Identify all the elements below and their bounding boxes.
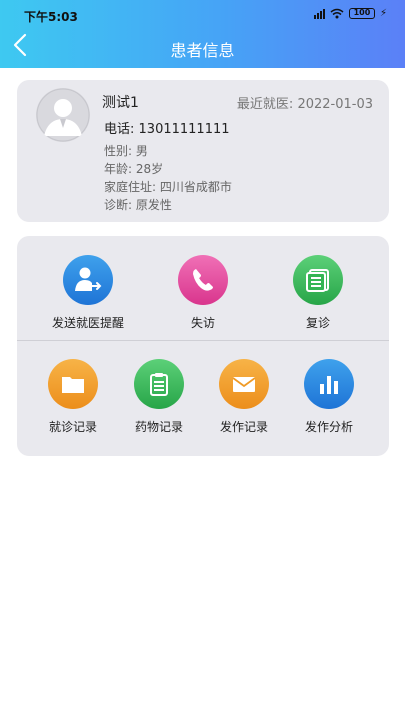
last-visit-date: 2022-01-03	[297, 97, 373, 112]
patient-diagnosis: 诊断: 原发性	[104, 198, 172, 212]
phone-label: 电话:	[104, 122, 135, 137]
signal-icon	[313, 8, 325, 19]
battery-icon: 100	[348, 8, 375, 19]
header: 下午5:03 100 ⚡ 患者信息	[0, 0, 405, 68]
document-list-icon	[293, 255, 343, 305]
seizure-analysis-button[interactable]: 发作分析	[289, 359, 369, 435]
visit-records-button[interactable]: 就诊记录	[33, 359, 113, 435]
battery-level: 100	[353, 8, 371, 17]
patient-address: 家庭住址: 四川省成都市	[104, 180, 232, 194]
action-label: 发作分析	[304, 420, 353, 434]
phone-icon	[178, 255, 228, 305]
envelope-icon	[219, 359, 269, 409]
bar-chart-icon	[304, 359, 354, 409]
phone-number: 13011111111	[138, 122, 230, 137]
action-label: 发作记录	[219, 420, 268, 434]
action-label: 失访	[190, 316, 215, 330]
status-icons: 100 ⚡	[313, 8, 387, 19]
page-title: 患者信息	[170, 41, 235, 60]
clipboard-icon	[134, 359, 184, 409]
charging-icon: ⚡	[379, 8, 387, 19]
action-label: 复诊	[305, 316, 330, 330]
wifi-icon	[330, 8, 344, 19]
patient-card: 测试1 最近就医: 2022-01-03 电话: 13011111111 性别:…	[17, 80, 389, 222]
status-time: 下午5:03	[24, 10, 78, 24]
medication-records-button[interactable]: 药物记录	[119, 359, 199, 435]
avatar	[36, 88, 90, 142]
action-label: 发送就医提醒	[51, 316, 124, 330]
patient-name: 测试1	[102, 95, 139, 111]
send-reminder-button[interactable]: 发送就医提醒	[47, 255, 129, 331]
patient-phone[interactable]: 电话: 13011111111	[104, 118, 230, 137]
divider	[17, 340, 389, 341]
person-avatar-icon	[36, 88, 90, 142]
lost-follow-up-button[interactable]: 失访	[162, 255, 244, 331]
patient-gender: 性别: 男	[104, 144, 148, 158]
status-bar: 下午5:03 100 ⚡	[0, 0, 405, 30]
actions-card: 发送就医提醒 失访 复诊 就诊记录 药物记录 发作记录 发作分析	[17, 236, 389, 456]
seizure-records-button[interactable]: 发作记录	[204, 359, 284, 435]
action-label: 就诊记录	[48, 420, 97, 434]
action-label: 药物记录	[134, 420, 183, 434]
last-visit-label: 最近就医:	[236, 97, 294, 112]
folder-icon	[48, 359, 98, 409]
person-send-icon	[63, 255, 113, 305]
follow-up-visit-button[interactable]: 复诊	[277, 255, 359, 331]
last-visit: 最近就医: 2022-01-03	[237, 93, 373, 112]
patient-age: 年龄: 28岁	[104, 162, 164, 176]
